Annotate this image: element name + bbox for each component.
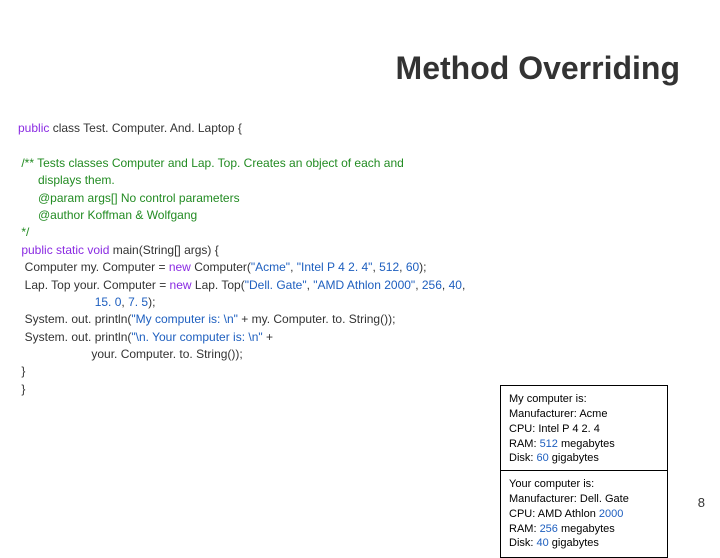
code-text: Lap. Top( <box>195 278 245 292</box>
code-text: } <box>18 382 25 396</box>
out-line: megabytes <box>561 523 615 535</box>
out-line: My computer is: <box>509 393 587 405</box>
kw: new <box>170 278 195 292</box>
kw: public <box>18 121 53 135</box>
out-line: CPU: Intel P 4 2. 4 <box>509 423 600 435</box>
code-text: ); <box>419 260 426 274</box>
slide-title: Method Overriding <box>396 50 680 87</box>
comment: @param args[] No control parameters <box>18 191 240 205</box>
code-text: , <box>399 260 406 274</box>
string: "My computer is: \n" <box>131 312 241 326</box>
num: 40 <box>449 278 462 292</box>
num: 7. 5 <box>128 295 148 309</box>
code-text: ); <box>148 295 155 309</box>
kw: public static void <box>18 243 113 257</box>
out-line: RAM: <box>509 523 540 535</box>
comment: /** Tests classes Computer and Lap. Top.… <box>18 156 404 170</box>
out-line: RAM: <box>509 438 540 450</box>
code-block: public class Test. Computer. And. Laptop… <box>18 120 465 398</box>
page-number: 8 <box>698 495 705 510</box>
code-text <box>18 295 95 309</box>
code-text: + <box>266 330 273 344</box>
out-line: Disk: <box>509 537 537 549</box>
num: 512 <box>379 260 399 274</box>
code-text: System. out. println( <box>18 330 131 344</box>
comment: */ <box>18 225 29 239</box>
out-line: Manufacturer: Acme <box>509 408 607 420</box>
out-line: gigabytes <box>552 537 599 549</box>
code-text: } <box>18 364 25 378</box>
out-line: Your computer is: <box>509 478 594 490</box>
num: 60 <box>406 260 419 274</box>
code-text: Computer( <box>194 260 251 274</box>
out-num: 256 <box>540 523 561 535</box>
code-text: , <box>290 260 297 274</box>
code-text: , <box>442 278 449 292</box>
out-num: 512 <box>540 438 561 450</box>
comment: displays them. <box>18 173 115 187</box>
code-text: main(String[] args) { <box>113 243 219 257</box>
kw: new <box>169 260 194 274</box>
out-line: Manufacturer: Dell. Gate <box>509 493 629 505</box>
code-text: System. out. println( <box>18 312 131 326</box>
out-line: megabytes <box>561 438 615 450</box>
out-num: 40 <box>537 537 552 549</box>
out-line: Disk: <box>509 452 537 464</box>
code-text: Computer my. Computer = <box>18 260 169 274</box>
code-text: , <box>462 278 465 292</box>
code-text: + my. Computer. to. String()); <box>241 312 395 326</box>
output-box-2: Your computer is: Manufacturer: Dell. Ga… <box>500 470 668 558</box>
code-text: class Test. Computer. And. Laptop { <box>53 121 242 135</box>
string: "Dell. Gate" <box>245 278 307 292</box>
code-text: your. Computer. to. String()); <box>18 347 243 361</box>
comment: @author Koffman & Wolfgang <box>18 208 197 222</box>
string: "\n. Your computer is: \n" <box>131 330 266 344</box>
output-box-1: My computer is: Manufacturer: Acme CPU: … <box>500 385 668 473</box>
out-line: CPU: AMD Athlon <box>509 508 599 520</box>
code-text: Lap. Top your. Computer = <box>18 278 170 292</box>
string: "AMD Athlon 2000" <box>313 278 415 292</box>
out-num: 2000 <box>599 508 623 520</box>
num: 256 <box>422 278 442 292</box>
out-line: gigabytes <box>552 452 599 464</box>
code-text: , <box>415 278 422 292</box>
string: "Acme" <box>251 260 290 274</box>
num: 15. 0 <box>95 295 122 309</box>
string: "Intel P 4 2. 4" <box>297 260 373 274</box>
out-num: 60 <box>537 452 552 464</box>
